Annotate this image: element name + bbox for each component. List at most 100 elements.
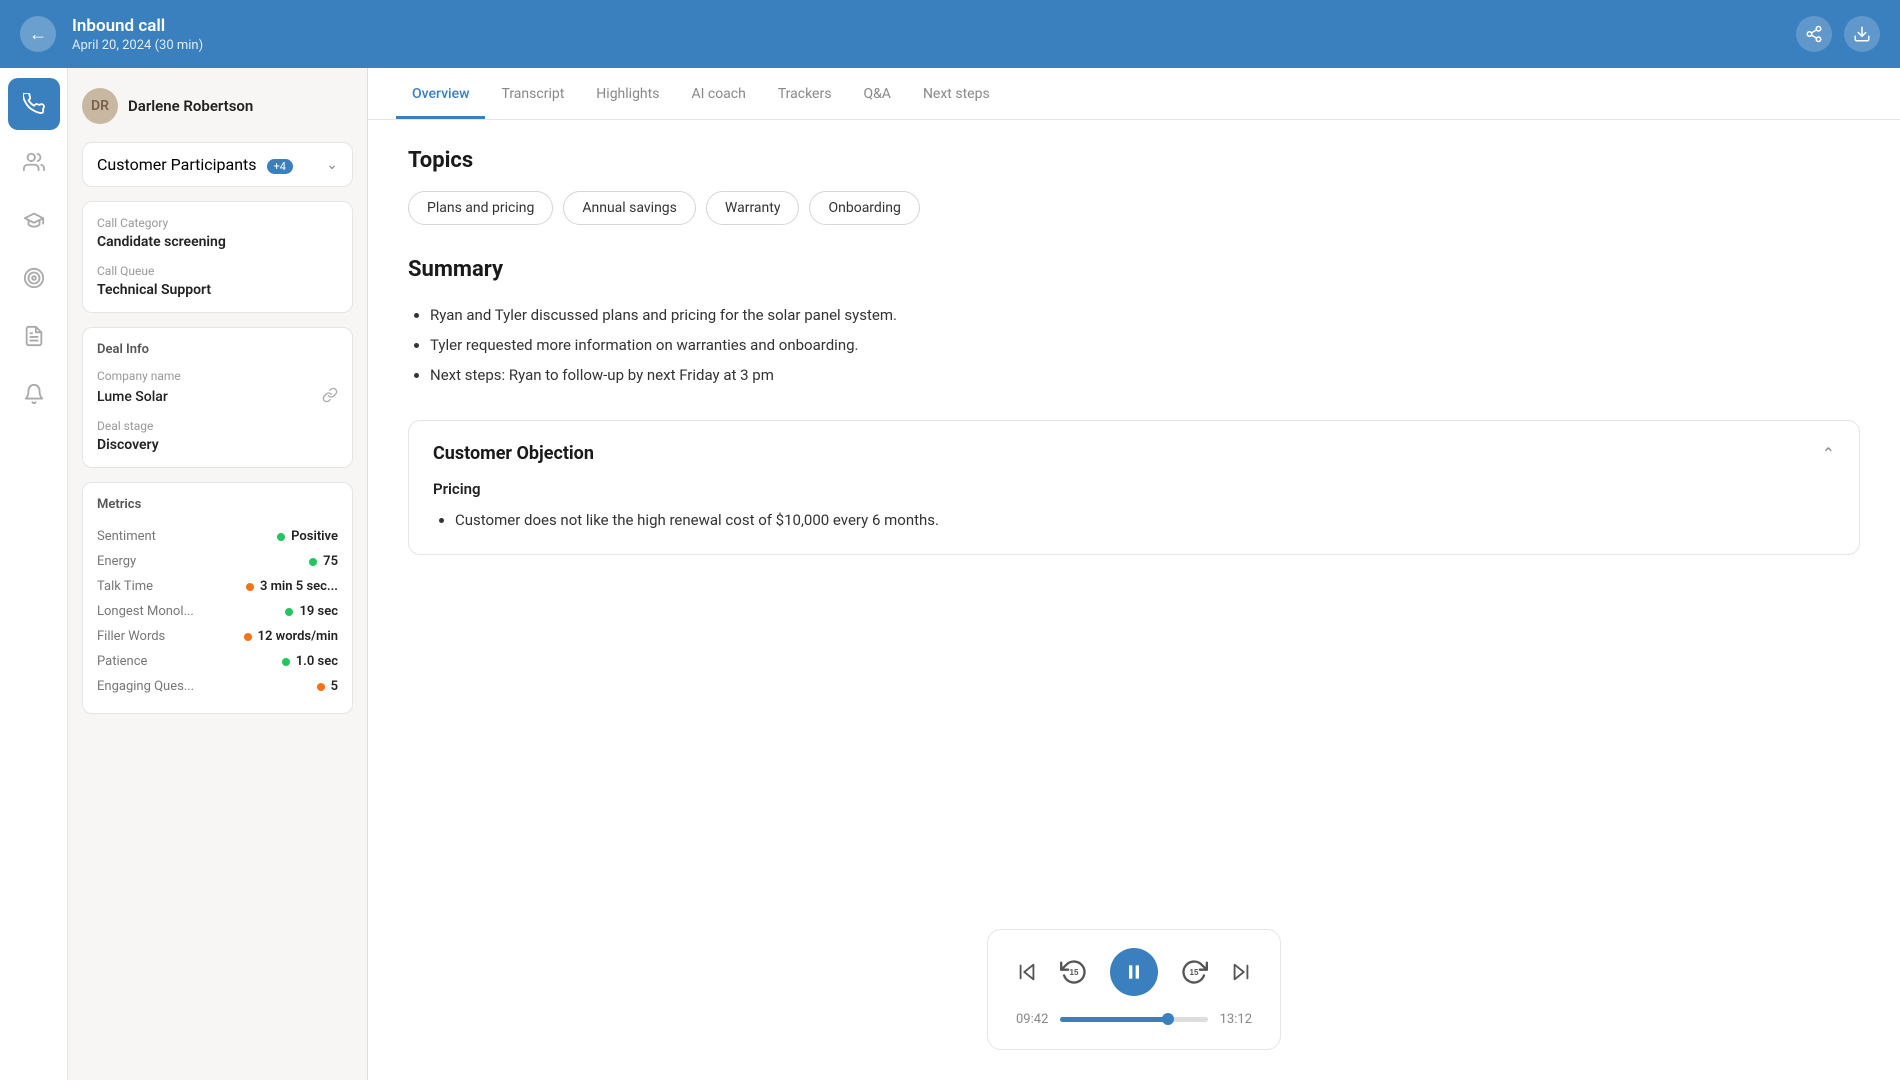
objection-title: Customer Objection xyxy=(433,443,594,464)
objection-item: Customer does not like the high renewal … xyxy=(455,508,1835,532)
call-queue-value: Technical Support xyxy=(97,282,338,298)
topics-title: Topics xyxy=(408,148,1860,173)
call-subtitle: April 20, 2024 (30 min) xyxy=(72,38,203,53)
deal-stage-value: Discovery xyxy=(97,437,338,453)
sidebar-item-calls[interactable] xyxy=(8,78,60,130)
call-category-section: Call Category Candidate screening xyxy=(97,216,338,250)
tab-q&a[interactable]: Q&A xyxy=(847,68,906,119)
content-area: OverviewTranscriptHighlightsAI coachTrac… xyxy=(368,68,1900,1080)
metric-value: 75 xyxy=(309,554,338,569)
summary-item: Next steps: Ryan to follow-up by next Fr… xyxy=(430,360,1860,390)
metric-dot xyxy=(285,608,293,616)
left-panel: DR Darlene Robertson Customer Participan… xyxy=(68,68,368,1080)
sidebar-item-reports[interactable] xyxy=(8,310,60,362)
company-name-value: Lume Solar xyxy=(97,389,168,405)
share-button[interactable] xyxy=(1796,16,1832,52)
metric-dot xyxy=(309,558,317,566)
play-pause-button[interactable] xyxy=(1110,948,1158,996)
sidebar-item-notifications[interactable] xyxy=(8,368,60,420)
participants-header[interactable]: Customer Participants +4 ⌄ xyxy=(97,155,338,174)
call-info-card: Call Category Candidate screening Call Q… xyxy=(82,201,353,313)
sidebar-item-insights[interactable] xyxy=(8,136,60,188)
metric-label: Sentiment xyxy=(97,529,156,544)
sidebar-item-learning[interactable] xyxy=(8,194,60,246)
content-body: Topics Plans and pricing Annual savings Wa… xyxy=(368,120,1900,909)
collapse-button[interactable]: ⌃ xyxy=(1822,444,1835,464)
summary-item: Tyler requested more information on warr… xyxy=(430,330,1860,360)
metric-value: 1.0 sec xyxy=(282,654,338,669)
forward-15-button[interactable]: 15 xyxy=(1178,956,1210,988)
tab-trackers[interactable]: Trackers xyxy=(762,68,848,119)
metric-row: Sentiment Positive xyxy=(97,524,338,549)
topic-chip[interactable]: Plans and pricing xyxy=(408,191,553,225)
tab-highlights[interactable]: Highlights xyxy=(580,68,675,119)
call-queue-label: Call Queue xyxy=(97,264,338,278)
progress-row: 09:42 13:12 xyxy=(1016,1012,1252,1027)
metric-dot xyxy=(277,533,285,541)
current-time: 09:42 xyxy=(1016,1012,1048,1027)
participants-label: Customer Participants +4 xyxy=(97,155,293,174)
rewind-15-button[interactable]: 15 xyxy=(1058,956,1090,988)
metric-row: Patience 1.0 sec xyxy=(97,649,338,674)
summary-title: Summary xyxy=(408,257,1860,282)
progress-fill xyxy=(1060,1017,1169,1022)
summary-list: Ryan and Tyler discussed plans and prici… xyxy=(408,300,1860,390)
metric-dot xyxy=(246,583,254,591)
metric-value: 3 min 5 sec... xyxy=(246,579,338,594)
metric-row: Engaging Ques... 5 xyxy=(97,674,338,699)
deal-stage-label: Deal stage xyxy=(97,419,338,433)
call-category-label: Call Category xyxy=(97,216,338,230)
total-time: 13:12 xyxy=(1220,1012,1252,1027)
metric-value: 19 sec xyxy=(285,604,338,619)
skip-to-start-button[interactable] xyxy=(1016,961,1038,983)
header-title-block: Inbound call April 20, 2024 (30 min) xyxy=(72,16,203,53)
metric-dot xyxy=(282,658,290,666)
tab-next-steps[interactable]: Next steps xyxy=(907,68,1006,119)
metric-row: Energy 75 xyxy=(97,549,338,574)
tabs-container: OverviewTranscriptHighlightsAI coachTrac… xyxy=(396,68,1006,119)
metric-label: Longest Monol... xyxy=(97,604,194,619)
progress-bar[interactable] xyxy=(1060,1017,1207,1022)
objection-card: Customer Objection ⌃ Pricing Customer do… xyxy=(408,420,1860,555)
metric-label: Patience xyxy=(97,654,147,669)
metric-dot xyxy=(317,683,325,691)
objection-list: Customer does not like the high renewal … xyxy=(433,508,1835,532)
chevron-down-icon: ⌄ xyxy=(326,157,338,173)
topic-chip[interactable]: Annual savings xyxy=(563,191,696,225)
header-right xyxy=(1796,16,1880,52)
user-name: Darlene Robertson xyxy=(128,97,253,115)
company-name-row: Lume Solar xyxy=(97,387,338,407)
call-queue-section: Call Queue Technical Support xyxy=(97,264,338,298)
download-button[interactable] xyxy=(1844,16,1880,52)
tab-overview[interactable]: Overview xyxy=(396,68,485,119)
tab-ai-coach[interactable]: AI coach xyxy=(675,68,761,119)
sidebar-icons xyxy=(0,68,68,1080)
user-row: DR Darlene Robertson xyxy=(82,84,353,128)
sidebar-item-targets[interactable] xyxy=(8,252,60,304)
objection-subtitle: Pricing xyxy=(433,480,1835,498)
tab-transcript[interactable]: Transcript xyxy=(485,68,580,119)
link-icon[interactable] xyxy=(322,387,338,407)
topics-row: Plans and pricing Annual savings Warranty O… xyxy=(408,191,1860,225)
metric-value: 5 xyxy=(317,679,338,694)
metric-label: Filler Words xyxy=(97,629,165,644)
participants-badge: +4 xyxy=(267,159,293,174)
top-header: ← Inbound call April 20, 2024 (30 min) xyxy=(0,0,1900,68)
topic-chip[interactable]: Onboarding xyxy=(809,191,919,225)
main-area: DR Darlene Robertson Customer Participan… xyxy=(0,68,1900,1080)
metric-value: Positive xyxy=(277,529,338,544)
audio-player: 15 15 xyxy=(987,929,1281,1050)
metric-label: Engaging Ques... xyxy=(97,679,194,694)
objection-header: Customer Objection ⌃ xyxy=(433,443,1835,464)
deal-info-card: Deal Info Company name Lume Solar Deal s… xyxy=(82,327,353,468)
skip-to-end-button[interactable] xyxy=(1230,961,1252,983)
topic-chip[interactable]: Warranty xyxy=(706,191,800,225)
metrics-card: Metrics Sentiment Positive Energy 75 Tal… xyxy=(82,482,353,714)
metric-label: Energy xyxy=(97,554,136,569)
metric-label: Talk Time xyxy=(97,579,153,594)
metric-row: Talk Time 3 min 5 sec... xyxy=(97,574,338,599)
back-button[interactable]: ← xyxy=(20,16,56,52)
metric-dot xyxy=(244,633,252,641)
deal-info-title: Deal Info xyxy=(97,342,338,357)
metric-value: 12 words/min xyxy=(244,629,338,644)
